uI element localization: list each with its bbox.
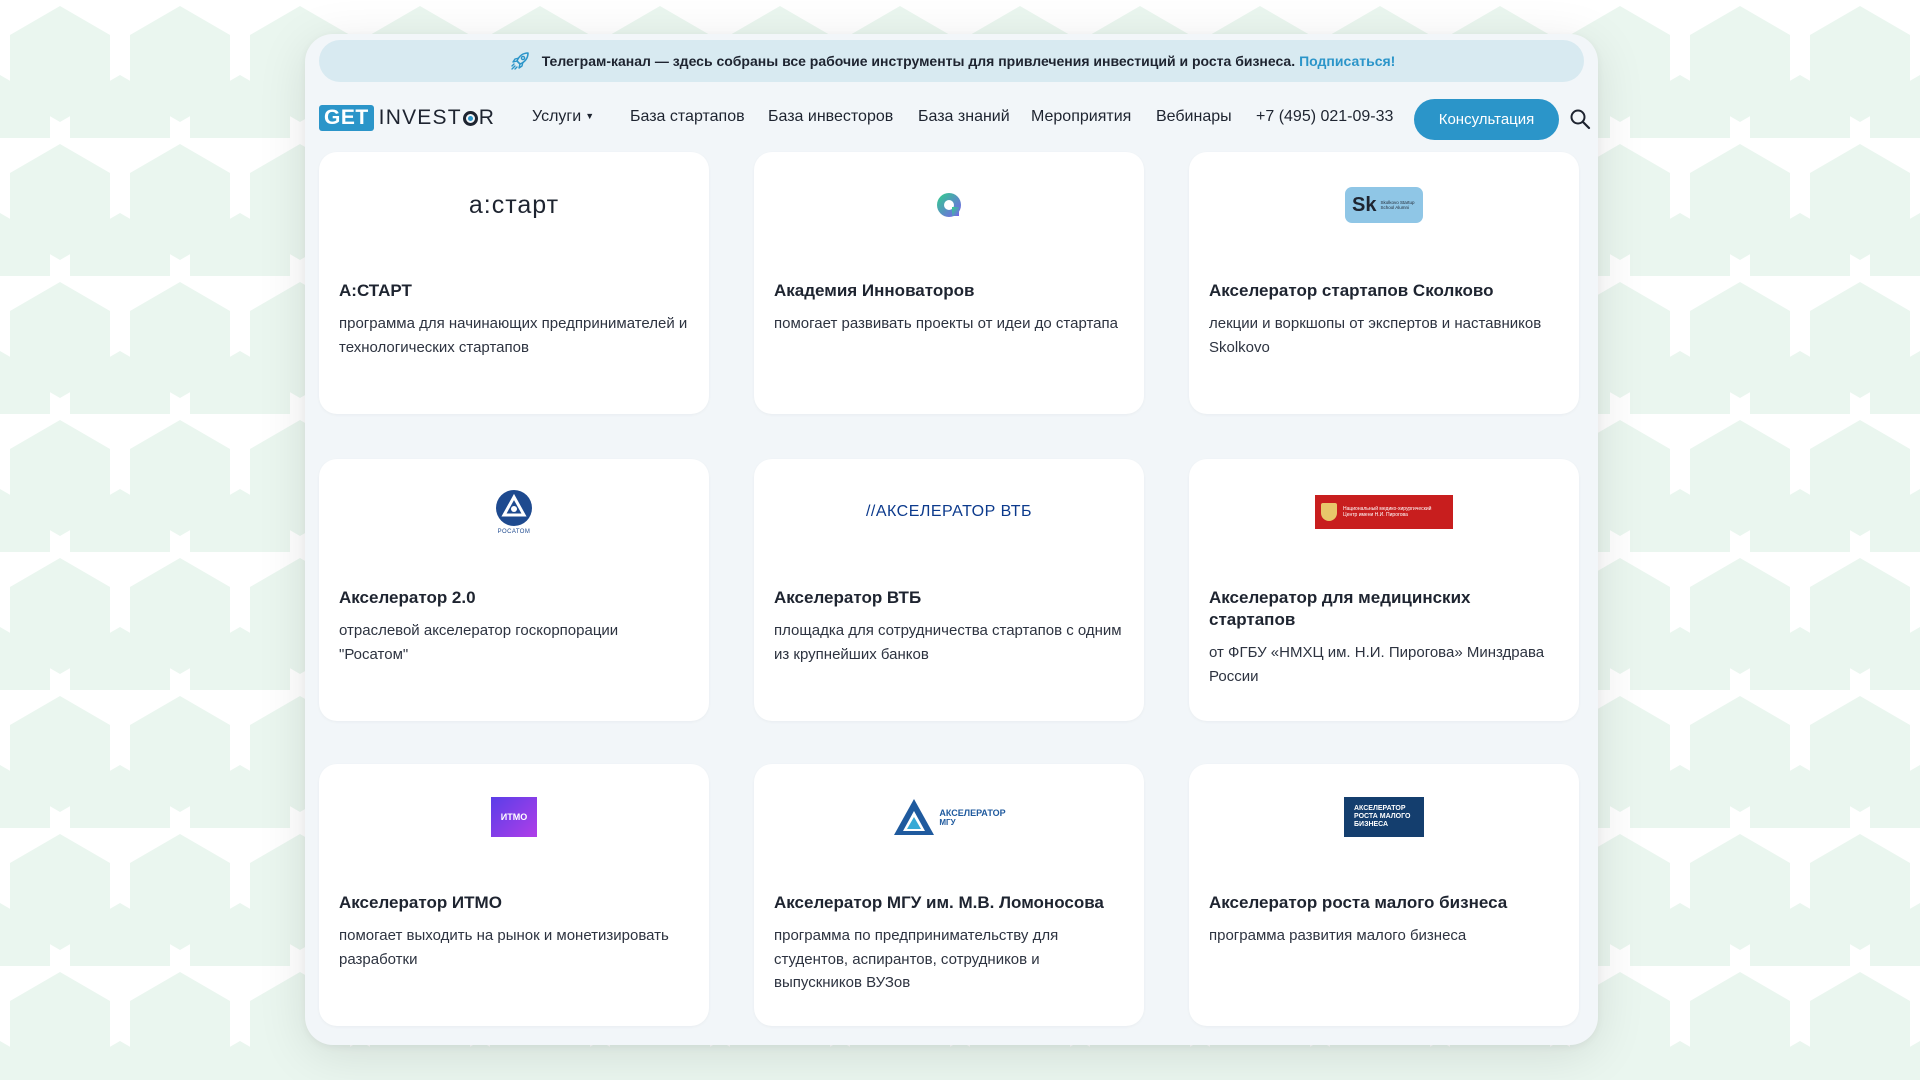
card-description: площадка для сотрудничества стартапов с … bbox=[774, 622, 1122, 663]
card-description: лекции и воркшопы от экспертов и наставн… bbox=[1209, 315, 1542, 356]
card-title: Акселератор 2.0 bbox=[339, 588, 476, 607]
nav-phone[interactable]: +7 (495) 021-09-33 bbox=[1256, 108, 1393, 126]
nav-services[interactable]: Услуги ▼ bbox=[532, 108, 594, 126]
small-business-accelerator-logo: АКСЕЛЕРАТОР РОСТА МАЛОГО БИЗНЕСА bbox=[1189, 784, 1579, 850]
coat-of-arms-icon bbox=[1321, 503, 1337, 521]
itmo-logo: ИТМО bbox=[319, 784, 709, 850]
nav-events[interactable]: Мероприятия bbox=[1031, 108, 1131, 126]
rosatom-logo: РОСАТОМ bbox=[319, 479, 709, 545]
consultation-button[interactable]: Консультация bbox=[1414, 99, 1559, 140]
pirogov-center-logo: Национальный медико-хирургический Центр … bbox=[1189, 479, 1579, 545]
card-description: от ФГБУ «НМХЦ им. Н.И. Пирогова» Минздра… bbox=[1209, 644, 1545, 685]
main-menu: Услуги ▼ База стартапов База инвесторов Б… bbox=[319, 90, 1584, 140]
card-description: программа по предпринимательству для сту… bbox=[774, 927, 1059, 991]
nav-webinars[interactable]: Вебинары bbox=[1156, 108, 1232, 126]
nav-knowledge[interactable]: База знаний bbox=[918, 108, 1010, 126]
card-title: Акселератор ИТМО bbox=[339, 893, 502, 912]
card-title: Академия Инноваторов bbox=[774, 281, 975, 300]
nav-investors[interactable]: База инвесторов bbox=[768, 108, 893, 126]
astart-logo: а:старт bbox=[468, 190, 560, 219]
chevron-down-icon: ▼ bbox=[585, 111, 595, 121]
card-title: Акселератор стартапов Сколково bbox=[1209, 281, 1494, 300]
innovators-academy-logo bbox=[754, 172, 1144, 238]
subscribe-link[interactable]: Подписаться! bbox=[1299, 53, 1395, 69]
card-title: А:СТАРТ bbox=[339, 281, 412, 300]
msu-accelerator-logo: АКСЕЛЕРАТОР МГУ bbox=[754, 784, 1144, 850]
card-innovators-academy[interactable]: Академия Инноваторов помогает развивать … bbox=[754, 152, 1144, 414]
vtb-accelerator-logo: //АКСЕЛЕРАТОР ВТБ bbox=[865, 503, 1033, 520]
card-title: Акселератор ВТБ bbox=[774, 588, 922, 607]
card-description: отраслевой акселератор госкорпорации "Ро… bbox=[339, 622, 619, 663]
card-vtb-accelerator[interactable]: //АКСЕЛЕРАТОР ВТБ Акселератор ВТБ площад… bbox=[754, 459, 1144, 721]
nav-startups[interactable]: База стартапов bbox=[630, 108, 745, 126]
card-title: Акселератор МГУ им. М.В. Ломоносова bbox=[774, 893, 1104, 912]
card-description: помогает выходить на рынок и монетизиров… bbox=[339, 927, 669, 968]
card-rosatom-accelerator[interactable]: РОСАТОМ Акселератор 2.0 отраслевой аксел… bbox=[319, 459, 709, 721]
browser-window: Телеграм-канал — здесь собраны все рабоч… bbox=[305, 34, 1598, 1045]
card-msu-accelerator[interactable]: АКСЕЛЕРАТОР МГУ Акселератор МГУ им. М.В.… bbox=[754, 764, 1144, 1026]
card-description: помогает развивать проекты от идеи до ст… bbox=[774, 315, 1118, 332]
card-medical-accelerator[interactable]: Национальный медико-хирургический Центр … bbox=[1189, 459, 1579, 721]
top-navigation: GET INVEST R Услуги ▼ База стартапов База … bbox=[319, 90, 1591, 140]
card-description: программа для начинающих предпринимателе… bbox=[339, 315, 688, 356]
banner-text: Телеграм-канал — здесь собраны все рабоч… bbox=[541, 53, 1296, 69]
card-skolkovo[interactable]: Sk Skolkovo Startup School Alumni Акселе… bbox=[1189, 152, 1579, 414]
card-small-business-accelerator[interactable]: АКСЕЛЕРАТОР РОСТА МАЛОГО БИЗНЕСА Акселер… bbox=[1189, 764, 1579, 1026]
rocket-icon bbox=[508, 49, 532, 73]
card-description: программа развития малого бизнеса bbox=[1209, 927, 1467, 944]
card-title: Акселератор для медицинских стартапов bbox=[1209, 588, 1471, 629]
telegram-banner: Телеграм-канал — здесь собраны все рабоч… bbox=[319, 40, 1584, 82]
card-title: Акселератор роста малого бизнеса bbox=[1209, 893, 1508, 912]
card-astart[interactable]: а:старт А:СТАРТ программа для начинающих… bbox=[319, 152, 709, 414]
card-itmo-accelerator[interactable]: ИТМО Акселератор ИТМО помогает выходить … bbox=[319, 764, 709, 1026]
skolkovo-logo: Sk Skolkovo Startup School Alumni bbox=[1189, 172, 1579, 238]
search-icon[interactable] bbox=[1569, 108, 1591, 130]
